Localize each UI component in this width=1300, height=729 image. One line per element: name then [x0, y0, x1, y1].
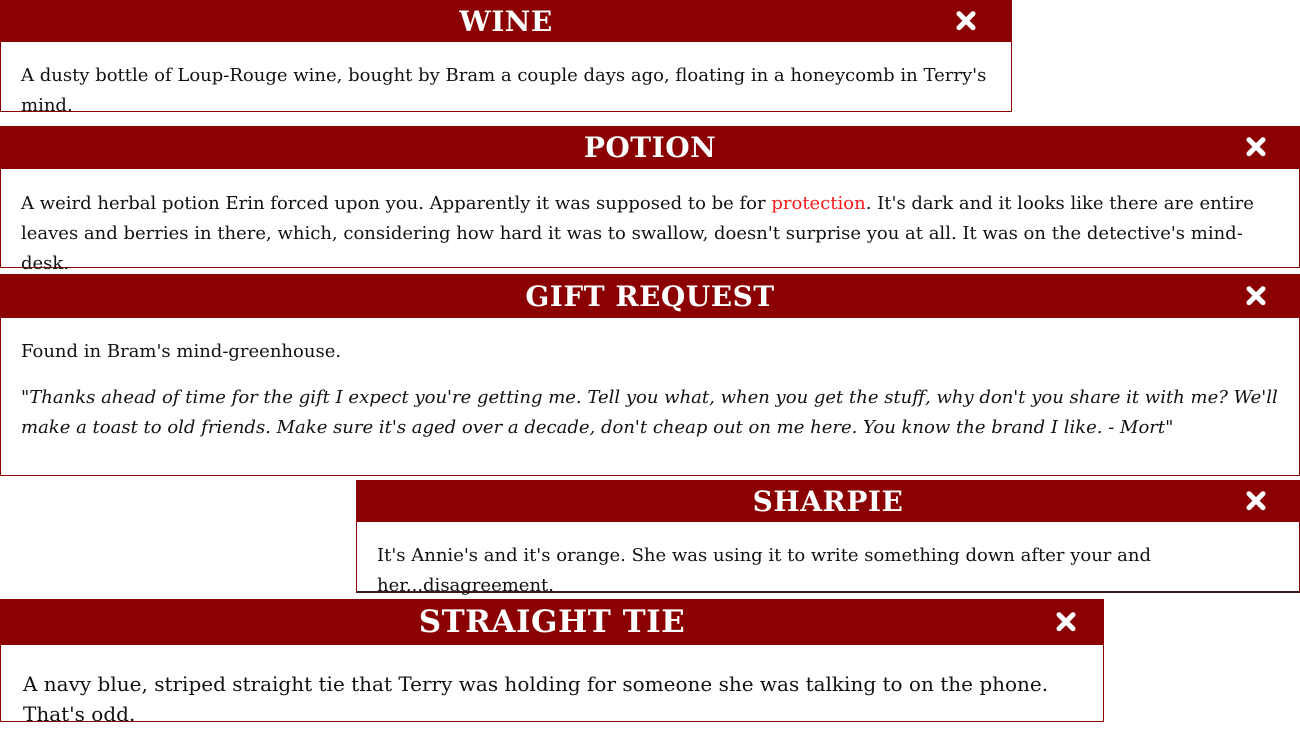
close-icon	[1056, 611, 1076, 631]
card-title: SHARPIE	[752, 485, 904, 518]
card-header: POTION	[1, 127, 1299, 169]
card-title: WINE	[459, 5, 553, 38]
close-button[interactable]	[1243, 134, 1269, 160]
close-icon	[956, 10, 976, 30]
card-title: GIFT REQUEST	[525, 280, 775, 313]
card-header: GIFT REQUEST	[1, 275, 1299, 318]
description-text-start: A weird herbal potion Erin forced upon y…	[21, 193, 772, 214]
card-title: STRAIGHT TIE	[418, 604, 686, 640]
close-button[interactable]	[953, 7, 979, 33]
description-text: Found in Bram's mind-greenhouse.	[21, 341, 342, 362]
card-description: A navy blue, striped straight tie that T…	[1, 645, 1103, 729]
keyword-link-protection[interactable]: protection	[771, 193, 865, 214]
close-icon	[1246, 285, 1266, 305]
description-text: A weird herbal potion Erin forced upon y…	[21, 189, 1279, 279]
close-button[interactable]	[1243, 487, 1269, 513]
item-card-wine: WINE A dusty bottle of Loup-Rouge wine, …	[0, 0, 1012, 116]
card-title: POTION	[583, 131, 717, 164]
description-text: A dusty bottle of Loup-Rouge wine, bough…	[21, 65, 987, 116]
item-card-potion: POTION A weird herbal potion Erin forced…	[0, 126, 1300, 274]
close-icon	[1246, 490, 1266, 510]
card-description: It's Annie's and it's orange. She was us…	[357, 522, 1299, 601]
card-description: Found in Bram's mind-greenhouse. "Thanks…	[1, 318, 1299, 443]
description-text: It's Annie's and it's orange. She was us…	[377, 545, 1151, 596]
card-header: SHARPIE	[357, 481, 1299, 522]
close-button[interactable]	[1243, 282, 1269, 308]
close-button[interactable]	[1053, 608, 1079, 634]
description-text: A navy blue, striped straight tie that T…	[23, 672, 1049, 726]
quote-text: "Thanks ahead of time for the gift I exp…	[21, 387, 1278, 438]
card-description: A dusty bottle of Loup-Rouge wine, bough…	[1, 42, 1011, 121]
card-description: A weird herbal potion Erin forced upon y…	[1, 169, 1299, 279]
item-card-gift-request: GIFT REQUEST Found in Bram's mind-greenh…	[0, 274, 1300, 476]
item-card-sharpie: SHARPIE It's Annie's and it's orange. Sh…	[356, 480, 1300, 596]
close-icon	[1246, 137, 1266, 157]
item-card-straight-tie: STRAIGHT TIE A navy blue, striped straig…	[0, 599, 1104, 726]
card-header: STRAIGHT TIE	[1, 600, 1103, 645]
card-header: WINE	[1, 1, 1011, 42]
